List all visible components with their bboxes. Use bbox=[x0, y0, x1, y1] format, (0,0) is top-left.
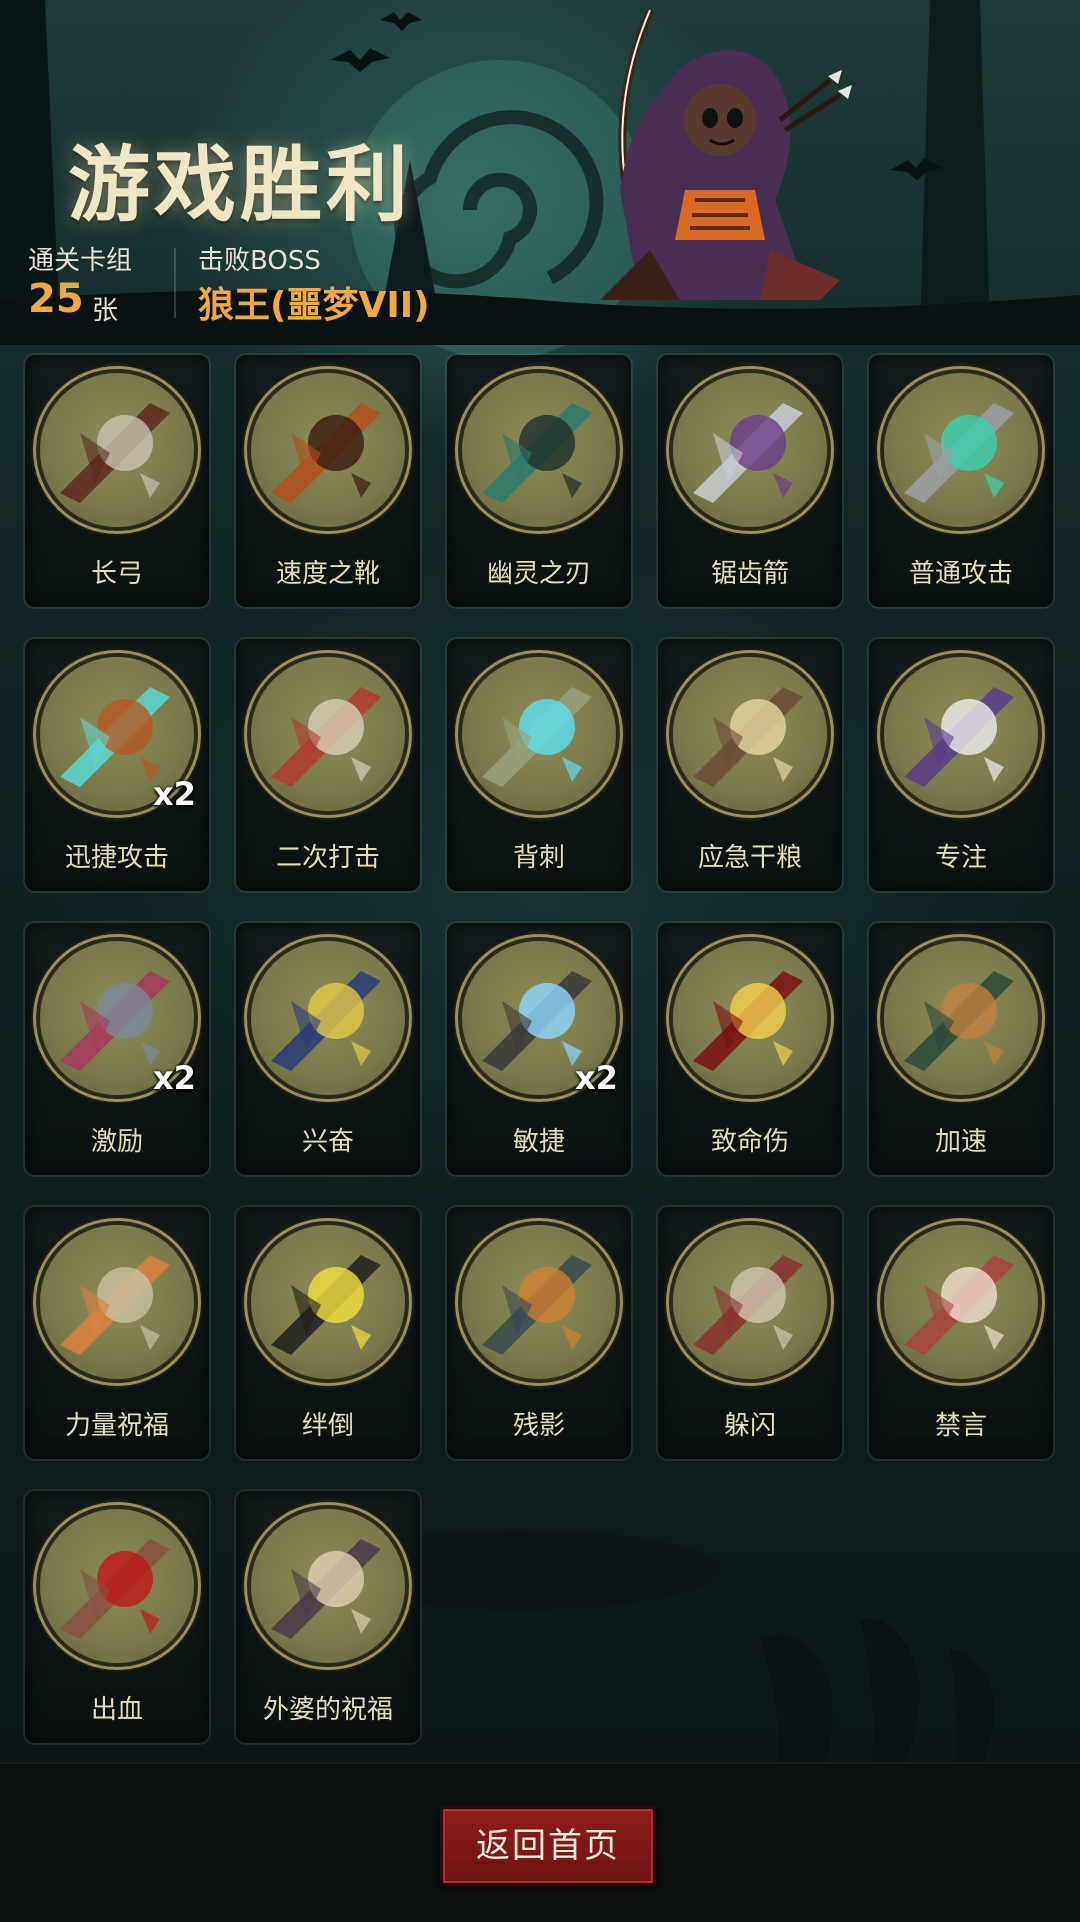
header: 游戏胜利 通关卡组 25 张 击败BOSS 狼王(噩梦VII) bbox=[0, 0, 1080, 340]
skill-card[interactable]: 力量祝福 bbox=[25, 1207, 209, 1459]
card-label: 迅捷攻击 bbox=[64, 843, 169, 873]
skill-card[interactable]: 速度之靴 bbox=[236, 355, 420, 607]
card-label: 应急干粮 bbox=[697, 843, 802, 873]
card-label: 速度之靴 bbox=[275, 559, 380, 589]
victory-title: 游戏胜利 bbox=[68, 138, 413, 233]
card-label: 绊倒 bbox=[301, 1411, 354, 1441]
fatal-wound-icon bbox=[673, 941, 827, 1095]
card-count-badge: x2 bbox=[153, 1059, 196, 1097]
hero-character-illustration bbox=[600, 8, 852, 300]
haste-icon bbox=[884, 941, 1038, 1095]
card-label: 兴奋 bbox=[301, 1127, 354, 1157]
skill-card[interactable]: x2 敏捷 bbox=[447, 923, 631, 1175]
skill-card[interactable]: 普通攻击 bbox=[869, 355, 1053, 607]
excite-icon bbox=[251, 941, 405, 1095]
skill-card[interactable]: 二次打击 bbox=[236, 639, 420, 891]
card-count-badge: x2 bbox=[153, 775, 196, 813]
card-label: 背刺 bbox=[512, 843, 565, 873]
card-count-badge: x2 bbox=[575, 1059, 618, 1097]
card-label: 幽灵之刃 bbox=[486, 559, 591, 589]
skill-card[interactable]: 长弓 bbox=[25, 355, 209, 607]
boss-name: 狼王(噩梦VII) bbox=[198, 285, 430, 326]
card-label: 力量祝福 bbox=[64, 1411, 169, 1441]
card-label: 禁言 bbox=[934, 1411, 987, 1441]
strength-blessing-icon bbox=[40, 1225, 194, 1379]
skill-card[interactable]: 残影 bbox=[447, 1207, 631, 1459]
skill-card[interactable]: x2 激励 bbox=[25, 923, 209, 1175]
emergency-rations-icon bbox=[673, 657, 827, 811]
ghost-blade-icon bbox=[462, 373, 616, 527]
card-label: 长弓 bbox=[90, 559, 143, 589]
card-label: 残影 bbox=[512, 1411, 565, 1441]
deck-unit: 张 bbox=[92, 296, 119, 326]
bleed-icon bbox=[40, 1509, 194, 1663]
skill-card[interactable]: 兴奋 bbox=[236, 923, 420, 1175]
skill-card[interactable]: 加速 bbox=[869, 923, 1053, 1175]
grandma-blessing-icon bbox=[251, 1509, 405, 1663]
footer-bar: 返回首页 bbox=[0, 1762, 1080, 1922]
speed-boots-icon bbox=[251, 373, 405, 527]
card-label: 出血 bbox=[90, 1695, 143, 1725]
backstab-icon bbox=[462, 657, 616, 811]
skill-card[interactable]: 绊倒 bbox=[236, 1207, 420, 1459]
boss-label: 击败BOSS bbox=[198, 246, 321, 276]
dodge-icon bbox=[673, 1225, 827, 1379]
focus-icon bbox=[884, 657, 1038, 811]
deck-label: 通关卡组 bbox=[28, 246, 133, 276]
longbow-icon bbox=[40, 373, 194, 527]
card-label: 外婆的祝福 bbox=[262, 1695, 393, 1725]
card-label: 加速 bbox=[934, 1127, 987, 1157]
back-to-home-button[interactable]: 返回首页 bbox=[440, 1806, 656, 1886]
skill-card[interactable]: 出血 bbox=[25, 1491, 209, 1743]
silence-icon bbox=[884, 1225, 1038, 1379]
card-label: 二次打击 bbox=[275, 843, 380, 873]
trip-icon bbox=[251, 1225, 405, 1379]
skill-card[interactable]: 致命伤 bbox=[658, 923, 842, 1175]
header-divider bbox=[174, 248, 176, 318]
skill-card[interactable]: 躲闪 bbox=[658, 1207, 842, 1459]
deck-count: 25 bbox=[28, 276, 84, 322]
card-label: 敏捷 bbox=[512, 1127, 565, 1157]
card-label: 激励 bbox=[90, 1127, 143, 1157]
normal-attack-icon bbox=[884, 373, 1038, 527]
skill-card[interactable]: 外婆的祝福 bbox=[236, 1491, 420, 1743]
card-label: 专注 bbox=[934, 843, 987, 873]
serrated-arrow-icon bbox=[673, 373, 827, 527]
skill-card[interactable]: 锯齿箭 bbox=[658, 355, 842, 607]
skill-card[interactable]: 专注 bbox=[869, 639, 1053, 891]
card-label: 躲闪 bbox=[723, 1411, 776, 1441]
card-label: 致命伤 bbox=[710, 1127, 789, 1157]
skill-card[interactable]: 禁言 bbox=[869, 1207, 1053, 1459]
card-label: 普通攻击 bbox=[908, 559, 1013, 589]
skill-card[interactable]: 应急干粮 bbox=[658, 639, 842, 891]
skill-card[interactable]: x2 迅捷攻击 bbox=[25, 639, 209, 891]
card-label: 锯齿箭 bbox=[710, 559, 789, 589]
afterimage-icon bbox=[462, 1225, 616, 1379]
skill-card[interactable]: 幽灵之刃 bbox=[447, 355, 631, 607]
double-strike-icon bbox=[251, 657, 405, 811]
skill-card[interactable]: 背刺 bbox=[447, 639, 631, 891]
